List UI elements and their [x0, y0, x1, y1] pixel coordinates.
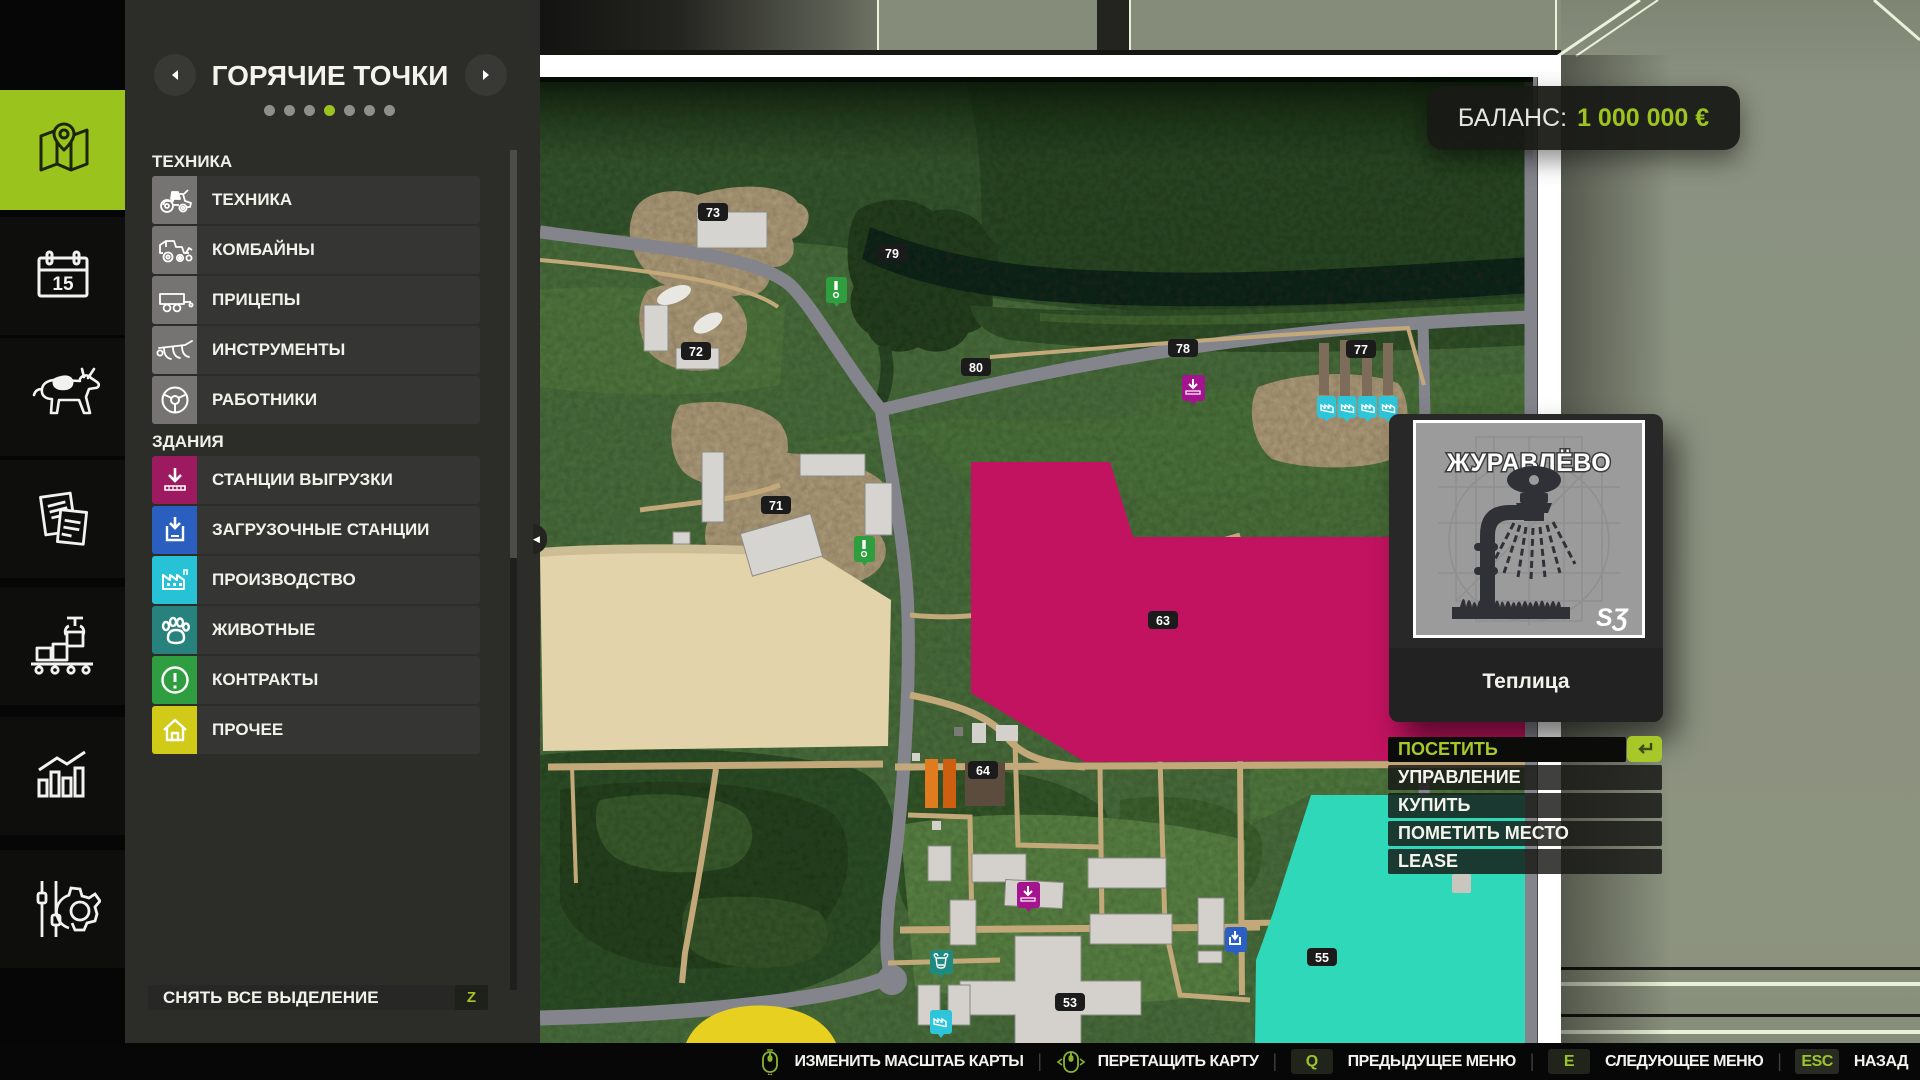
- svg-text:73: 73: [706, 206, 720, 220]
- svg-text:15: 15: [52, 274, 74, 295]
- svg-text:63: 63: [1156, 614, 1170, 628]
- svg-text:80: 80: [969, 361, 983, 375]
- svg-text:64: 64: [976, 764, 990, 778]
- svg-text:78: 78: [1176, 342, 1190, 356]
- svg-text:72: 72: [689, 345, 703, 359]
- svg-text:55: 55: [1315, 951, 1329, 965]
- svg-text:53: 53: [1063, 996, 1077, 1010]
- svg-text:71: 71: [769, 499, 783, 513]
- svg-text:SƷ: SƷ: [1596, 604, 1629, 632]
- svg-text:79: 79: [885, 247, 899, 261]
- svg-text:77: 77: [1354, 343, 1368, 357]
